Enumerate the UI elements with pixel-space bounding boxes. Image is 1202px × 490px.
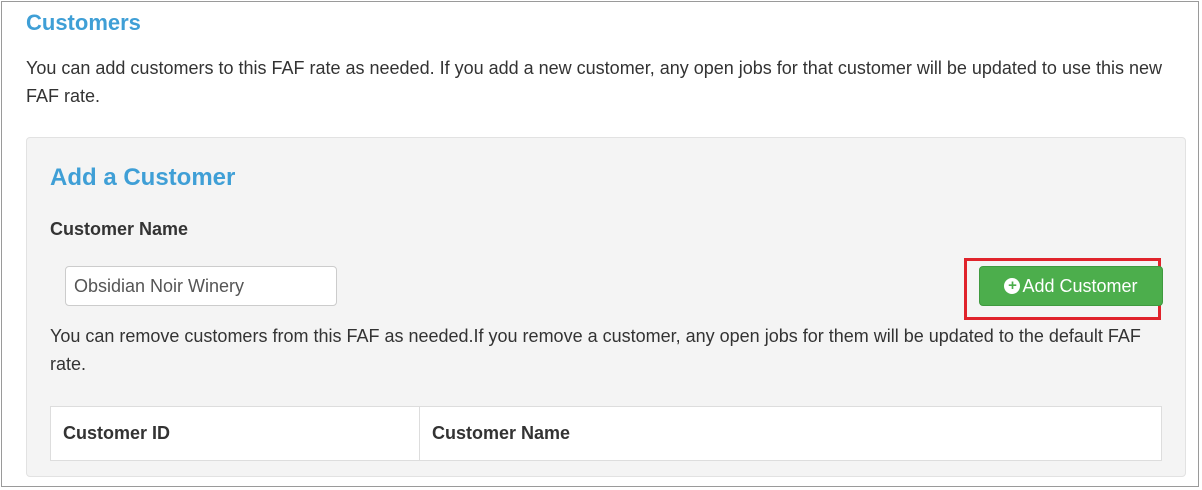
plus-circle-icon: + [1004, 278, 1021, 294]
customers-table: Customer ID Customer Name [50, 406, 1162, 461]
add-customer-button-label: Add Customer [1022, 275, 1138, 296]
add-customer-title: Add a Customer [50, 164, 236, 191]
column-header-customer-name[interactable]: Customer Name [419, 406, 1162, 461]
customer-name-label: Customer Name [50, 219, 189, 239]
remove-customers-info: You can remove customers from this FAF a… [50, 326, 1141, 374]
customers-panel: Customers You can add customers to this … [1, 1, 1199, 487]
column-header-customer-id[interactable]: Customer ID [50, 406, 420, 461]
customers-intro-text: You can add customers to this FAF rate a… [26, 58, 1162, 106]
add-customer-button[interactable]: + Add Customer [979, 266, 1163, 306]
customer-name-input[interactable] [65, 266, 337, 306]
table-header-row: Customer ID Customer Name [50, 406, 1162, 461]
add-customer-well: Add a Customer Customer Name + Add Custo… [26, 137, 1186, 477]
section-title: Customers [26, 10, 141, 35]
